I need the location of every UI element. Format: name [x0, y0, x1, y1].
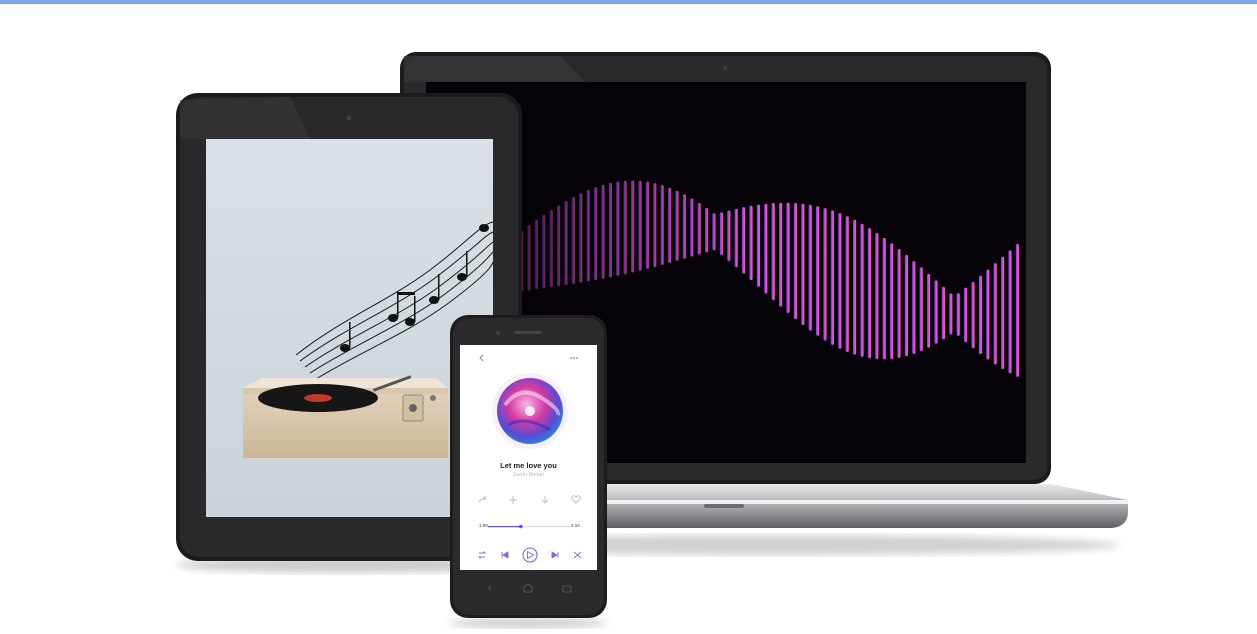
wave-bar [779, 202, 783, 307]
wave-bar [668, 187, 672, 263]
wave-bar [793, 203, 797, 320]
wave-bar [860, 223, 864, 357]
time-elapsed: 1:00 [479, 523, 488, 528]
wave-bar [594, 187, 598, 281]
wave-bar [534, 220, 538, 290]
wave-bar [571, 196, 575, 284]
progress-fill [488, 526, 521, 528]
wave-bar [764, 203, 768, 294]
wave-bar [638, 180, 642, 271]
wave-bar [838, 213, 842, 349]
wave-bar [653, 183, 657, 267]
wave-bar [867, 228, 871, 359]
wave-bar [645, 181, 649, 269]
wave-bar [1015, 244, 1019, 377]
wave-bar [727, 210, 731, 261]
wave-bar [742, 207, 746, 274]
wave-bar [993, 263, 997, 365]
wave-bar [623, 180, 627, 275]
wave-bar [786, 202, 790, 313]
wave-bar [601, 184, 605, 279]
wave-bar [660, 185, 664, 265]
share-icon[interactable] [478, 495, 488, 503]
wave-bar [557, 205, 561, 287]
devices-illustration [175, 52, 1128, 628]
wave-bar [1001, 256, 1005, 370]
wave-bar [934, 280, 938, 344]
wave-bar [808, 204, 812, 331]
wave-bar [527, 225, 531, 291]
repeat-icon[interactable] [477, 551, 487, 559]
wave-bar [682, 194, 686, 259]
wave-bar [579, 193, 583, 283]
wave-bar [823, 208, 827, 341]
wave-bar [897, 248, 901, 358]
wave-bar [964, 287, 968, 343]
wave-bar [564, 200, 568, 285]
wave-bar [801, 203, 805, 326]
chevron-left-icon[interactable] [479, 354, 484, 362]
wave-bar [986, 269, 990, 360]
wave-bar [719, 212, 723, 255]
wave-bar [941, 286, 945, 340]
wave-bar [875, 232, 879, 360]
wave-bar [956, 293, 960, 336]
music-player-app: Let me love you Justin Bieber 1:00 4:10 [460, 345, 597, 570]
wave-bar [949, 293, 953, 335]
download-icon[interactable] [541, 496, 549, 504]
wave-bar [756, 204, 760, 287]
wave-bar [542, 214, 546, 289]
wave-bar [734, 208, 738, 268]
artist-name: Justin Bieber [512, 472, 545, 478]
wave-bar [616, 181, 620, 276]
wave-bar [771, 203, 775, 301]
play-button[interactable] [522, 547, 538, 563]
wave-bar [712, 213, 716, 251]
wave-bar [697, 202, 701, 255]
wave-bar [631, 180, 635, 273]
wave-bar [853, 219, 857, 355]
heart-icon[interactable] [571, 495, 581, 504]
skip-forward-icon[interactable] [551, 551, 559, 559]
wave-bar [816, 206, 820, 336]
wave-bar [690, 198, 694, 257]
wave-bar [749, 205, 753, 281]
progress-handle[interactable] [519, 524, 523, 529]
wave-bar [882, 237, 886, 360]
more-dots-icon[interactable] [570, 357, 578, 359]
skip-back-icon[interactable] [501, 551, 509, 559]
wave-bar [845, 216, 849, 352]
wave-bar [675, 190, 679, 261]
shuffle-icon[interactable] [573, 551, 582, 559]
play-icon [527, 550, 535, 560]
turntable-graphic [243, 375, 448, 458]
wave-bar [927, 273, 931, 348]
time-total: 4:10 [571, 523, 580, 528]
wave-bar [549, 210, 553, 288]
wave-bar [919, 267, 923, 352]
wave-bar [978, 275, 982, 354]
plus-icon[interactable] [509, 496, 517, 504]
song-title: Let me love you [500, 461, 557, 470]
wave-bar [912, 261, 916, 354]
wave-bar [1008, 250, 1012, 374]
wave-bar [586, 189, 590, 282]
wave-bar [904, 254, 908, 357]
wave-bar [705, 207, 709, 253]
wave-bar [890, 243, 894, 359]
wave-bar [608, 182, 612, 278]
wave-bar [971, 281, 975, 349]
wave-bar [830, 210, 834, 345]
